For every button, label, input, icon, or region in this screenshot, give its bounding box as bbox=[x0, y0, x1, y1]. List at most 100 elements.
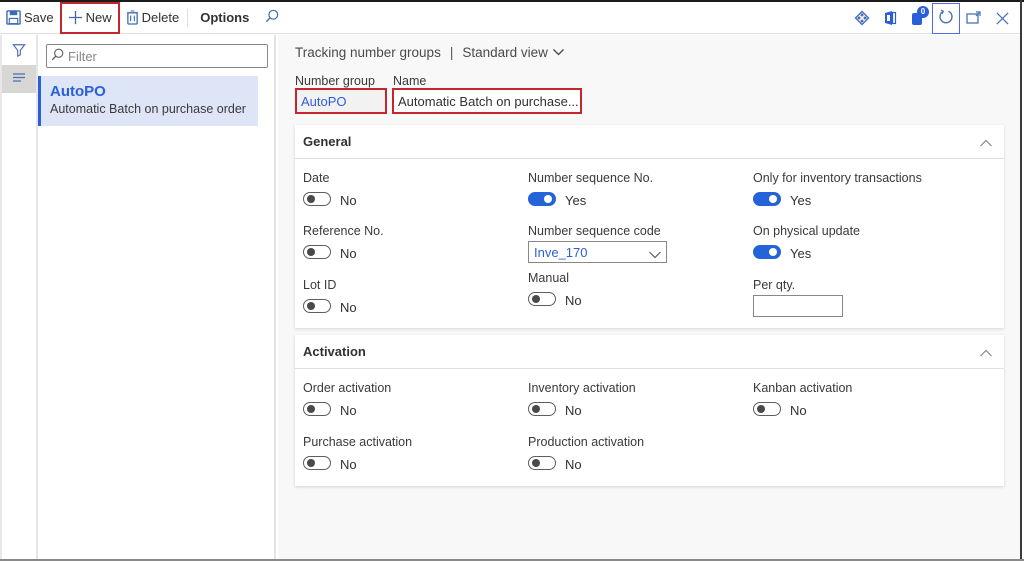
toggle-switch[interactable] bbox=[303, 191, 331, 206]
filter-box[interactable] bbox=[46, 44, 268, 68]
activation-fasttab: Activation Order activation No Purchase … bbox=[295, 335, 1004, 486]
view-selector[interactable]: Standard view bbox=[462, 45, 564, 60]
date-toggle[interactable]: No bbox=[303, 191, 357, 208]
notification-badge: 0 bbox=[917, 6, 929, 18]
number-sequence-code-select[interactable]: Inve_170 bbox=[528, 241, 667, 263]
date-label: Date bbox=[303, 171, 330, 185]
chevron-down-icon bbox=[649, 247, 661, 262]
number-group-field[interactable]: AutoPO bbox=[295, 88, 387, 114]
chevron-up-icon bbox=[980, 135, 992, 150]
order-activation-value: No bbox=[340, 403, 357, 418]
activation-header[interactable]: Activation bbox=[295, 335, 1004, 369]
number-sequence-no-value: Yes bbox=[565, 193, 587, 208]
number-sequence-no-toggle[interactable]: Yes bbox=[528, 191, 653, 208]
manual-value: No bbox=[565, 293, 582, 308]
kanban-activation-toggle[interactable]: No bbox=[753, 401, 852, 418]
manual-field: Manual No bbox=[528, 270, 582, 308]
reference-no-field: Reference No. No bbox=[303, 223, 384, 261]
per-qty-input-box[interactable] bbox=[753, 295, 843, 317]
kanban-activation-field: Kanban activation No bbox=[753, 380, 853, 418]
details-pane: Tracking number groups | Standard view N… bbox=[278, 35, 1020, 559]
order-activation-field: Order activation No bbox=[303, 380, 392, 418]
search-icon bbox=[51, 48, 64, 64]
toggle-switch[interactable] bbox=[753, 401, 781, 416]
name-field[interactable]: Automatic Batch on purchase... bbox=[392, 88, 582, 114]
kanban-activation-value: No bbox=[790, 403, 807, 418]
options-button[interactable]: Options bbox=[190, 3, 259, 33]
delete-label: Delete bbox=[141, 10, 180, 25]
toggle-switch[interactable] bbox=[303, 401, 331, 416]
toggle-switch[interactable] bbox=[753, 244, 781, 259]
purchase-activation-label: Purchase activation bbox=[303, 435, 413, 449]
manual-toggle[interactable]: No bbox=[528, 291, 582, 308]
inventory-activation-value: No bbox=[565, 403, 582, 418]
office-icon[interactable] bbox=[876, 3, 904, 33]
on-physical-update-toggle[interactable]: Yes bbox=[753, 244, 860, 261]
production-activation-toggle[interactable]: No bbox=[528, 455, 644, 472]
number-sequence-no-label: Number sequence No. bbox=[528, 171, 654, 185]
filter-pane-button[interactable] bbox=[2, 37, 36, 65]
new-button[interactable]: New bbox=[59, 1, 120, 34]
number-sequence-no-field: Number sequence No. Yes bbox=[528, 170, 654, 208]
toggle-switch[interactable] bbox=[528, 191, 556, 206]
breadcrumb: Tracking number groups | Standard view bbox=[295, 45, 564, 60]
chevron-up-icon bbox=[980, 345, 992, 360]
toggle-switch[interactable] bbox=[303, 298, 331, 313]
close-icon[interactable] bbox=[988, 3, 1016, 33]
list-item-title: AutoPO bbox=[50, 83, 106, 100]
date-field: Date No bbox=[303, 170, 357, 208]
toolbar-right-icons: 0 bbox=[848, 2, 1020, 34]
toggle-switch[interactable] bbox=[528, 401, 556, 416]
filter-input[interactable] bbox=[68, 48, 258, 64]
reference-no-toggle[interactable]: No bbox=[303, 244, 384, 261]
on-physical-update-label: On physical update bbox=[753, 224, 861, 238]
list-item[interactable]: AutoPO Automatic Batch on purchase order bbox=[38, 76, 258, 126]
per-qty-input[interactable] bbox=[754, 296, 842, 316]
trash-icon bbox=[126, 10, 139, 25]
reference-no-label: Reference No. bbox=[303, 224, 384, 238]
connector-icon[interactable] bbox=[848, 3, 876, 33]
number-sequence-code-label: Number sequence code bbox=[528, 224, 661, 238]
inventory-activation-field: Inventory activation No bbox=[528, 380, 636, 418]
notifications-icon[interactable]: 0 bbox=[904, 3, 932, 33]
per-qty-label: Per qty. bbox=[753, 278, 796, 292]
search-button[interactable] bbox=[259, 3, 285, 33]
toggle-switch[interactable] bbox=[528, 455, 556, 470]
view-name: Standard view bbox=[462, 45, 548, 60]
toggle-switch[interactable] bbox=[528, 291, 556, 306]
page-title: Tracking number groups bbox=[295, 45, 441, 60]
name-label: Name bbox=[393, 74, 427, 88]
lot-id-toggle[interactable]: No bbox=[303, 298, 357, 315]
plus-icon bbox=[68, 10, 83, 25]
purchase-activation-toggle[interactable]: No bbox=[303, 455, 412, 472]
inventory-activation-toggle[interactable]: No bbox=[528, 401, 636, 418]
window-right-border bbox=[1020, 0, 1022, 561]
production-activation-label: Production activation bbox=[528, 435, 645, 449]
delete-button[interactable]: Delete bbox=[120, 3, 186, 33]
inventory-activation-label: Inventory activation bbox=[528, 381, 636, 395]
save-label: Save bbox=[24, 10, 54, 25]
general-fasttab: General Date No Reference No. No Lot ID … bbox=[295, 125, 1004, 328]
only-inventory-toggle[interactable]: Yes bbox=[753, 191, 922, 208]
list-view-button[interactable] bbox=[2, 65, 36, 93]
order-activation-toggle[interactable]: No bbox=[303, 401, 391, 418]
lot-id-field: Lot ID No bbox=[303, 277, 357, 315]
open-new-window-icon[interactable] bbox=[960, 3, 988, 33]
filter-icon bbox=[12, 43, 26, 60]
kanban-activation-label: Kanban activation bbox=[753, 381, 853, 395]
toggle-switch[interactable] bbox=[303, 455, 331, 470]
refresh-button[interactable] bbox=[932, 2, 960, 34]
list-pane: AutoPO Automatic Batch on purchase order bbox=[38, 35, 276, 559]
toggle-switch[interactable] bbox=[303, 244, 331, 259]
search-icon bbox=[265, 9, 279, 26]
save-icon bbox=[6, 10, 21, 25]
toggle-switch[interactable] bbox=[753, 191, 781, 206]
save-button[interactable]: Save bbox=[0, 3, 60, 33]
only-inventory-label: Only for inventory transactions bbox=[753, 171, 922, 185]
on-physical-update-value: Yes bbox=[790, 246, 812, 261]
order-activation-label: Order activation bbox=[303, 381, 392, 395]
general-header[interactable]: General bbox=[295, 125, 1004, 159]
production-activation-value: No bbox=[565, 457, 582, 472]
number-group-label: Number group bbox=[295, 74, 375, 88]
only-inventory-value: Yes bbox=[790, 193, 812, 208]
